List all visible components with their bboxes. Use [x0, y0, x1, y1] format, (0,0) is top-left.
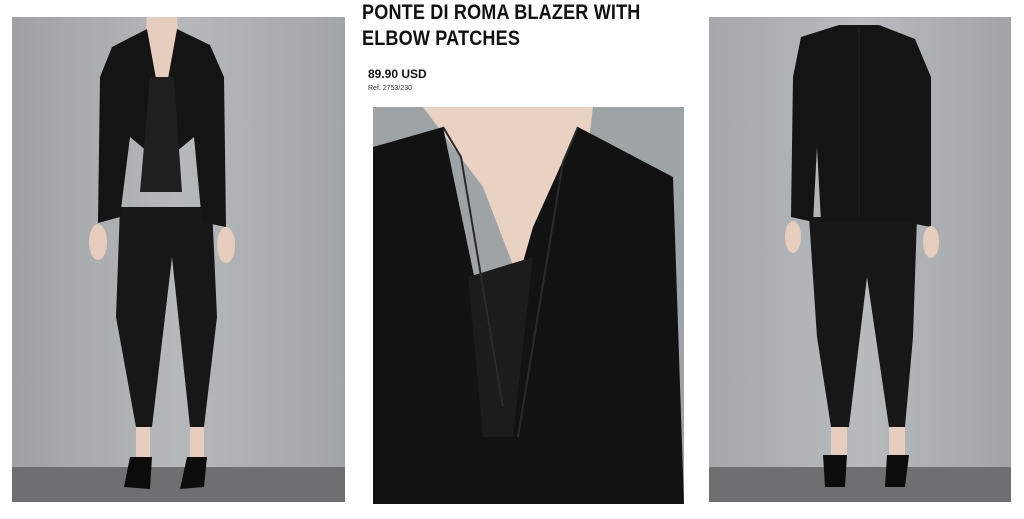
- product-image-front[interactable]: [12, 17, 345, 502]
- product-reference: Ref. 2753/230: [368, 85, 412, 92]
- product-title: PONTE DI ROMA BLAZER WITH ELBOW PATCHES: [362, 1, 641, 50]
- product-image-back[interactable]: [709, 17, 1011, 502]
- product-price: 89.90 USD: [368, 67, 427, 81]
- product-image-detail[interactable]: [373, 107, 684, 504]
